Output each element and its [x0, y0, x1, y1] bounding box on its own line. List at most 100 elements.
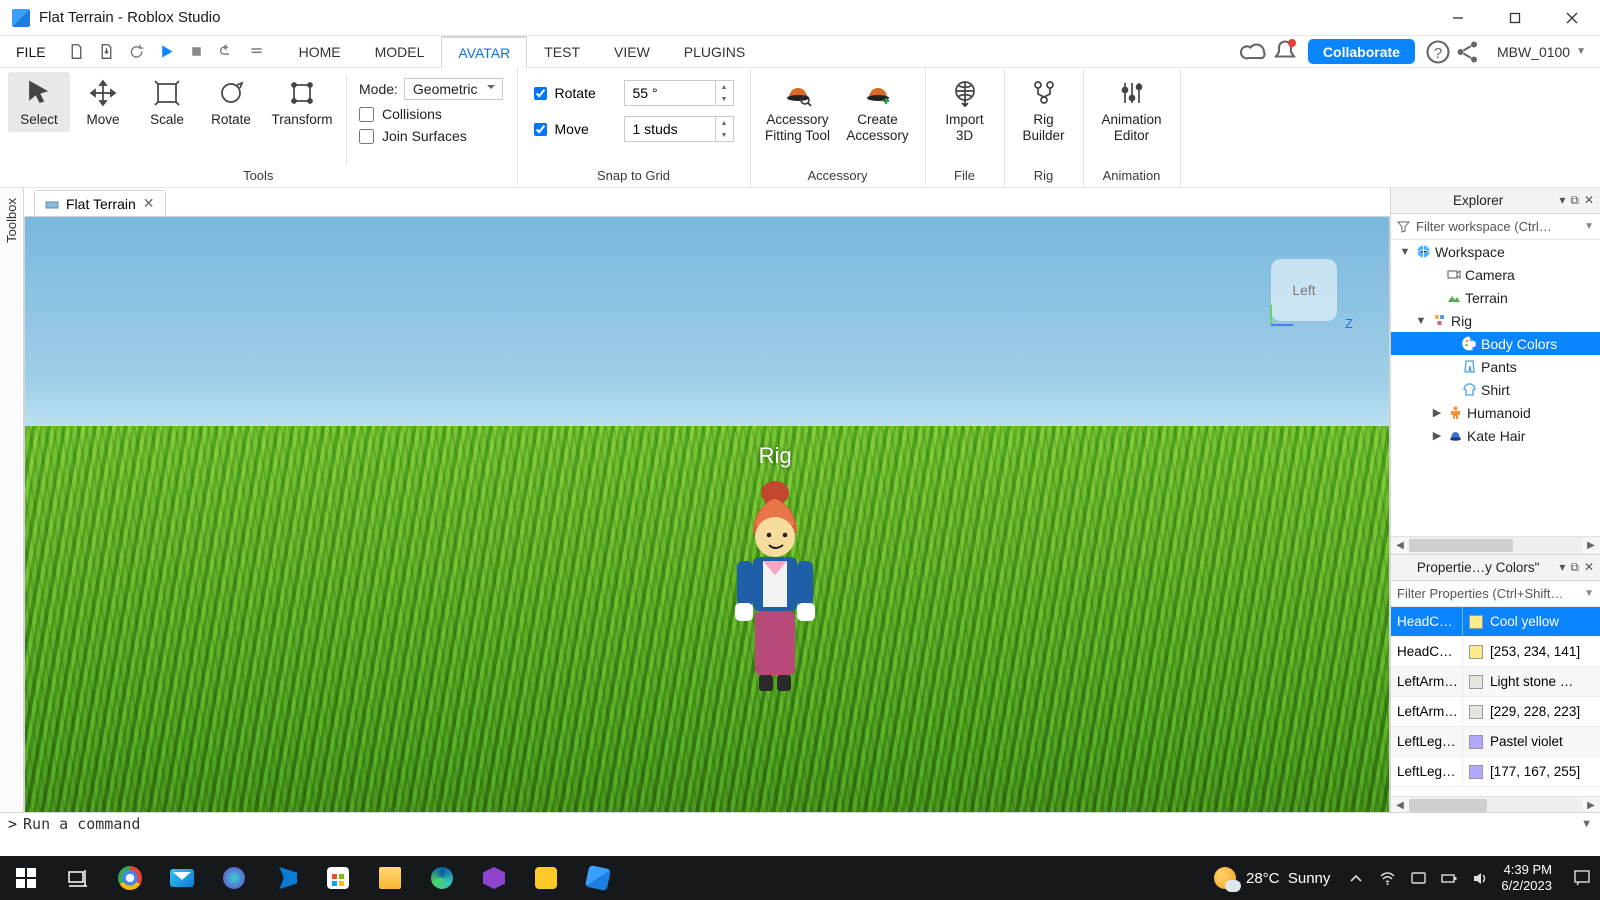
command-input[interactable]: Run a command — [23, 815, 1581, 833]
explorer-filter[interactable]: Filter workspace (Ctrl…▼ — [1391, 214, 1600, 240]
popout-icon[interactable]: ⧉ — [1570, 560, 1579, 575]
undo-icon[interactable] — [122, 36, 152, 67]
canva-app[interactable] — [208, 856, 260, 900]
user-label[interactable]: MBW_0100▼ — [1483, 36, 1600, 67]
close-tab-icon[interactable]: ✕ — [143, 195, 155, 212]
battery-icon[interactable] — [1441, 870, 1458, 887]
command-bar[interactable]: > Run a command ▼ — [0, 812, 1600, 834]
close-button[interactable] — [1543, 0, 1600, 36]
snap-move-checkbox[interactable]: Move — [534, 121, 614, 137]
action-center-button[interactable] — [1564, 869, 1600, 887]
weather-widget[interactable]: 28°C Sunny — [1214, 867, 1330, 889]
explorer-header[interactable]: Explorer ▾⧉✕ — [1391, 188, 1600, 214]
tree-body-colors[interactable]: Body Colors — [1391, 332, 1600, 355]
viewport-3d[interactable]: Left Z Rig — [24, 217, 1390, 814]
notifications-icon[interactable] — [1270, 36, 1300, 67]
taskbar-clock[interactable]: 4:39 PM6/2/2023 — [1501, 862, 1552, 895]
mode-combo[interactable]: Geometric — [404, 78, 503, 100]
animation-editor-button[interactable]: Animation Editor — [1092, 72, 1172, 148]
popout-icon[interactable]: ⧉ — [1570, 193, 1579, 208]
mail-app[interactable] — [156, 856, 208, 900]
transform-tool-button[interactable]: Transform — [264, 72, 340, 132]
rig-avatar[interactable]: Rig — [715, 443, 835, 710]
tree-camera[interactable]: Camera — [1391, 263, 1600, 286]
prompt-icon: > — [8, 815, 17, 833]
tab-test[interactable]: TEST — [527, 36, 597, 67]
wifi-icon[interactable] — [1379, 870, 1396, 887]
rig-builder-button[interactable]: Rig Builder — [1013, 72, 1075, 148]
select-tool-button[interactable]: Select — [8, 72, 70, 132]
start-button[interactable] — [0, 856, 52, 900]
tab-home[interactable]: HOME — [282, 36, 358, 67]
close-icon[interactable]: ✕ — [1584, 193, 1594, 208]
tree-kate-hair[interactable]: ▶Kate Hair — [1391, 424, 1600, 447]
view-cube[interactable]: Left Z — [1259, 247, 1349, 337]
collaborate-button[interactable]: Collaborate — [1308, 39, 1415, 64]
edge-app[interactable] — [416, 856, 468, 900]
file-menu[interactable]: FILE — [0, 36, 62, 67]
tree-rig[interactable]: ▼Rig — [1391, 309, 1600, 332]
cloud-icon[interactable] — [1240, 36, 1270, 67]
stickynotes-app[interactable] — [520, 856, 572, 900]
accessory-fitting-button[interactable]: Accessory Fitting Tool — [759, 72, 837, 148]
import-3d-button[interactable]: Import 3D — [934, 72, 996, 148]
create-accessory-button[interactable]: Create Accessory — [839, 72, 917, 148]
join-surfaces-checkbox[interactable]: Join Surfaces — [359, 128, 503, 144]
tab-model[interactable]: MODEL — [358, 36, 442, 67]
tree-terrain[interactable]: Terrain — [1391, 286, 1600, 309]
property-row[interactable]: LeftArm…[229, 228, 223] — [1391, 697, 1600, 727]
property-row[interactable]: HeadC…[253, 234, 141] — [1391, 637, 1600, 667]
snap-move-spinner[interactable]: 1 studs▲▼ — [624, 116, 734, 142]
volume-icon[interactable] — [1472, 870, 1489, 887]
collisions-checkbox[interactable]: Collisions — [359, 106, 503, 122]
properties-header[interactable]: Propertie…y Colors" ▾⧉✕ — [1391, 555, 1600, 581]
msstore-app[interactable] — [312, 856, 364, 900]
property-row[interactable]: LeftLeg…Pastel violet — [1391, 727, 1600, 757]
property-row[interactable]: HeadC…Cool yellow — [1391, 607, 1600, 637]
close-icon[interactable]: ✕ — [1584, 560, 1594, 575]
tree-pants[interactable]: Pants — [1391, 355, 1600, 378]
tree-shirt[interactable]: Shirt — [1391, 378, 1600, 401]
undo-small-icon[interactable] — [212, 36, 242, 67]
tab-view[interactable]: VIEW — [597, 36, 667, 67]
properties-list[interactable]: HeadC…Cool yellowHeadC…[253, 234, 141]Le… — [1391, 607, 1600, 796]
explorer-app[interactable] — [364, 856, 416, 900]
property-row[interactable]: LeftArm…Light stone … — [1391, 667, 1600, 697]
maximize-button[interactable] — [1486, 0, 1543, 36]
system-tray[interactable] — [1348, 870, 1489, 887]
property-row[interactable]: LeftLeg…[177, 167, 255] — [1391, 757, 1600, 787]
history-dropdown-icon[interactable] — [242, 36, 272, 67]
visualstudio-app[interactable] — [468, 856, 520, 900]
share-icon[interactable] — [1453, 36, 1483, 67]
task-view-button[interactable] — [52, 856, 104, 900]
scale-tool-button[interactable]: Scale — [136, 72, 198, 132]
help-icon[interactable]: ? — [1423, 36, 1453, 67]
chevron-down-icon[interactable]: ▾ — [1559, 193, 1565, 208]
vscode-app[interactable] — [260, 856, 312, 900]
tree-humanoid[interactable]: ▶Humanoid — [1391, 401, 1600, 424]
play-icon[interactable] — [152, 36, 182, 67]
snap-rotate-spinner[interactable]: 55 °▲▼ — [624, 80, 734, 106]
open-file-icon[interactable] — [92, 36, 122, 67]
chrome-app[interactable] — [104, 856, 156, 900]
tree-workspace[interactable]: ▼Workspace — [1391, 240, 1600, 263]
explorer-tree[interactable]: ▼Workspace Camera Terrain ▼Rig Body Colo… — [1391, 240, 1600, 536]
work-area: Toolbox Flat Terrain ✕ Left Z Rig — [0, 188, 1600, 814]
properties-filter[interactable]: Filter Properties (Ctrl+Shift…▼ — [1391, 581, 1600, 607]
minimize-button[interactable] — [1429, 0, 1486, 36]
explorer-hscroll[interactable]: ◀▶ — [1391, 536, 1600, 554]
doc-tab-flat-terrain[interactable]: Flat Terrain ✕ — [34, 190, 166, 216]
stop-icon[interactable] — [182, 36, 212, 67]
tray-chevron-icon[interactable] — [1348, 870, 1365, 887]
roblox-studio-app[interactable] — [572, 856, 624, 900]
rotate-tool-button[interactable]: Rotate — [200, 72, 262, 132]
toolbox-side-tab[interactable]: Toolbox — [0, 188, 24, 814]
tab-avatar[interactable]: AVATAR — [441, 36, 527, 68]
tab-plugins[interactable]: PLUGINS — [667, 36, 762, 67]
chevron-down-icon[interactable]: ▾ — [1559, 560, 1565, 575]
command-dropdown-icon[interactable]: ▼ — [1581, 818, 1592, 830]
cast-icon[interactable] — [1410, 870, 1427, 887]
new-file-icon[interactable] — [62, 36, 92, 67]
move-tool-button[interactable]: Move — [72, 72, 134, 132]
snap-rotate-checkbox[interactable]: Rotate — [534, 85, 614, 101]
